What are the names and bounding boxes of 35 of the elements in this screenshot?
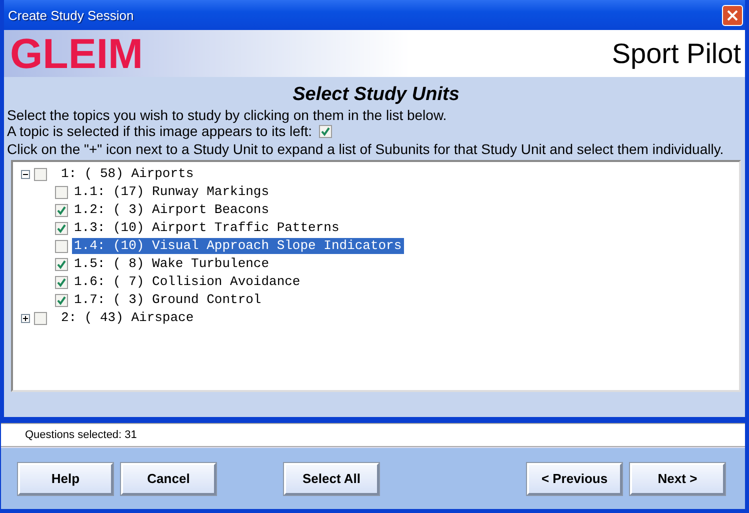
tree-item[interactable]: 1.1: (17) Runway Markings	[72, 184, 272, 200]
nav-button[interactable]: < Previous	[527, 462, 622, 494]
instruction-text: Click on the "+" icon next to a Study Unit to expand a list of Subunits for that Study Unit and select them individually.	[7, 142, 725, 157]
checkbox[interactable]	[55, 294, 68, 306]
dialog-button[interactable]: Help	[18, 462, 113, 494]
logo: GLEIM	[10, 32, 143, 74]
select-all-button[interactable]: Select All	[284, 462, 379, 494]
tree-item[interactable]: 1.3: (10) Airport Traffic Patterns	[72, 220, 342, 236]
checkbox[interactable]	[34, 312, 47, 324]
nav-button[interactable]: Next >	[630, 462, 725, 494]
tree-item[interactable]: 1: ( 58) Airports	[59, 166, 196, 182]
close-icon	[727, 10, 738, 20]
tree-item[interactable]: 1.4: (10) Visual Approach Slope Indicators	[72, 238, 404, 254]
checkbox[interactable]	[34, 168, 47, 180]
tree-item[interactable]: 2: ( 43) Airspace	[59, 310, 196, 326]
checkbox[interactable]	[55, 186, 68, 198]
checkbox[interactable]	[55, 258, 68, 270]
window-title: Create Study Session	[8, 8, 134, 22]
tree-item[interactable]: 1.2: ( 3) Airport Beacons	[72, 202, 272, 218]
collapse-icon[interactable]	[21, 170, 30, 178]
tree-item[interactable]: 1.5: ( 8) Wake Turbulence	[72, 256, 272, 272]
status-bar: Questions selected: 31	[1, 423, 745, 447]
close-button[interactable]	[722, 4, 743, 26]
tree-item[interactable]: 1.6: ( 7) Collision Avoidance	[72, 274, 302, 290]
checkbox[interactable]	[55, 276, 68, 288]
instruction-text: Select the topics you wish to study by clicking on them in the list below.	[7, 108, 448, 123]
checkbox[interactable]	[55, 222, 68, 234]
tree-item[interactable]: 1.7: ( 3) Ground Control	[72, 292, 264, 308]
instruction-text: A topic is selected if this image appears to its left:	[7, 124, 312, 139]
checkbox[interactable]	[55, 204, 68, 216]
heading: Select Study Units	[292, 84, 460, 106]
checkbox[interactable]	[55, 240, 68, 252]
dialog-button[interactable]: Cancel	[121, 462, 216, 494]
product-name: Sport Pilot	[612, 38, 741, 70]
expand-icon[interactable]	[21, 314, 30, 322]
